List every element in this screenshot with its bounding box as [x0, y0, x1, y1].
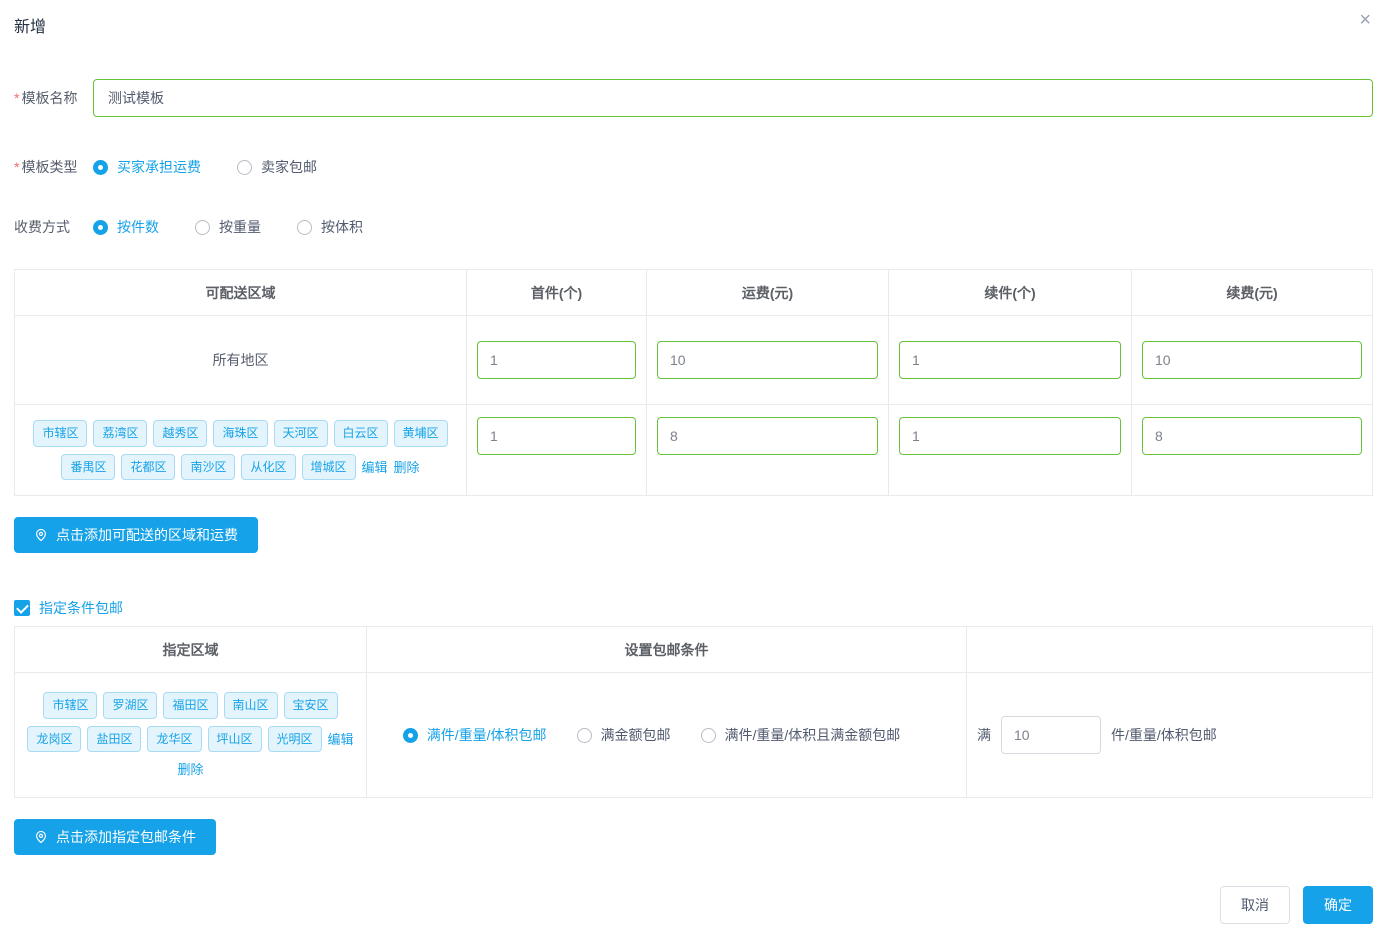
required-asterisk: *	[14, 90, 19, 106]
column-header: 设置包邮条件	[366, 627, 966, 672]
region-tag: 龙岗区	[27, 726, 81, 752]
condition-table-header: 指定区域 设置包邮条件	[15, 627, 1372, 672]
add-template-modal: 新增 × *模板名称 *模板类型 买家承担运费 卖家包邮 收费方式 按件数	[0, 0, 1387, 931]
region-tag: 宝安区	[284, 692, 338, 718]
freight-fee-input[interactable]	[657, 417, 878, 455]
template-name-row: *模板名称	[14, 79, 1373, 117]
radio-amount[interactable]: 满金额包邮	[577, 725, 671, 745]
column-header: 指定区域	[15, 627, 366, 672]
region-tag: 白云区	[334, 420, 388, 446]
region-tag: 荔湾区	[93, 420, 147, 446]
free-shipping-condition-table: 指定区域 设置包邮条件 市辖区罗湖区福田区南山区宝安区龙岗区盐田区龙华区坪山区光…	[14, 626, 1373, 798]
radio-unselected-icon	[701, 728, 716, 743]
modal-footer: 取消 确定	[1220, 886, 1373, 924]
column-header	[966, 627, 1372, 672]
column-header: 首件(个)	[466, 270, 646, 315]
district-tags: 市辖区荔湾区越秀区海珠区天河区白云区黄埔区番禺区花都区南沙区从化区增城区编辑 删…	[15, 420, 466, 480]
template-type-row: *模板类型 买家承担运费 卖家包邮	[14, 157, 1373, 177]
conditional-free-shipping-row: 指定条件包邮	[14, 598, 1373, 618]
next-piece-input[interactable]	[899, 341, 1121, 379]
region-tag: 从化区	[241, 454, 295, 480]
next-fee-input[interactable]	[1142, 341, 1362, 379]
column-header: 续费(元)	[1131, 270, 1372, 315]
region-tag: 南山区	[224, 692, 278, 718]
template-type-label: *模板类型	[14, 157, 93, 177]
radio-unselected-icon	[297, 220, 312, 235]
region-tag: 盐田区	[87, 726, 141, 752]
delete-link[interactable]: 删除	[394, 457, 420, 476]
region-tag: 番禺区	[61, 454, 115, 480]
cancel-button[interactable]: 取消	[1220, 886, 1290, 924]
region-tag: 龙华区	[147, 726, 201, 752]
region-tag: 增城区	[302, 454, 356, 480]
radio-by-volume[interactable]: 按体积	[297, 217, 363, 237]
freight-table-header: 可配送区域 首件(个) 运费(元) 续件(个) 续费(元)	[15, 270, 1372, 315]
region-tag: 花都区	[121, 454, 175, 480]
freight-fee-input[interactable]	[657, 341, 878, 379]
column-header: 续件(个)	[888, 270, 1131, 315]
checkbox-checked-icon[interactable]	[14, 600, 30, 616]
region-tag: 南沙区	[181, 454, 235, 480]
radio-by-piece[interactable]: 按件数	[93, 217, 159, 237]
confirm-button[interactable]: 确定	[1303, 886, 1373, 924]
region-tag: 光明区	[268, 726, 322, 752]
page-title: 新增	[14, 13, 1373, 37]
region-tag: 市辖区	[43, 692, 97, 718]
close-icon[interactable]: ×	[1359, 10, 1371, 30]
add-condition-button[interactable]: 点击添加指定包邮条件	[14, 819, 216, 855]
edit-link[interactable]: 编辑	[362, 457, 388, 476]
radio-unselected-icon	[195, 220, 210, 235]
template-name-input[interactable]	[93, 79, 1373, 117]
table-row-all-regions: 所有地区	[15, 315, 1372, 404]
threshold-suffix: 件/重量/体积包邮	[1111, 725, 1217, 745]
first-piece-input[interactable]	[477, 417, 636, 455]
column-header: 运费(元)	[646, 270, 888, 315]
table-row-guangzhou-districts: 市辖区荔湾区越秀区海珠区天河区白云区黄埔区番禺区花都区南沙区从化区增城区编辑 删…	[15, 404, 1372, 495]
threshold-input[interactable]	[1001, 716, 1101, 754]
region-tag: 越秀区	[153, 420, 207, 446]
region-tag: 罗湖区	[103, 692, 157, 718]
region-tag: 市辖区	[33, 420, 87, 446]
region-tag: 福田区	[163, 692, 217, 718]
radio-seller-free-shipping[interactable]: 卖家包邮	[237, 157, 317, 177]
radio-by-weight[interactable]: 按重量	[195, 217, 261, 237]
condition-type-radios: 满件/重量/体积包邮 满金额包邮 满件/重量/体积且满金额包邮	[403, 725, 931, 745]
radio-selected-icon	[403, 728, 418, 743]
threshold-prefix: 满	[977, 725, 991, 745]
freight-table: 可配送区域 首件(个) 运费(元) 续件(个) 续费(元) 所有地区 市辖区荔湾…	[14, 269, 1373, 496]
region-tag: 黄埔区	[394, 420, 448, 446]
radio-unselected-icon	[577, 728, 592, 743]
region-tag: 海珠区	[213, 420, 267, 446]
charge-method-label: 收费方式	[14, 217, 93, 237]
region-tag: 坪山区	[208, 726, 262, 752]
table-row-shenzhen-districts: 市辖区罗湖区福田区南山区宝安区龙岗区盐田区龙华区坪山区光明区编辑 删除 满件/重…	[15, 672, 1372, 797]
edit-link[interactable]: 编辑	[328, 729, 354, 748]
radio-selected-icon	[93, 220, 108, 235]
radio-piece-and-amount[interactable]: 满件/重量/体积且满金额包邮	[701, 725, 901, 745]
charge-method-row: 收费方式 按件数 按重量 按体积	[14, 217, 1373, 237]
radio-buyer-pays[interactable]: 买家承担运费	[93, 157, 201, 177]
next-fee-input[interactable]	[1142, 417, 1362, 455]
radio-unselected-icon	[237, 160, 252, 175]
district-tags: 市辖区罗湖区福田区南山区宝安区龙岗区盐田区龙华区坪山区光明区编辑 删除	[15, 692, 366, 778]
conditional-free-shipping-label: 指定条件包邮	[39, 598, 123, 618]
region-tag: 天河区	[274, 420, 328, 446]
location-pin-icon	[34, 528, 48, 542]
add-area-button[interactable]: 点击添加可配送的区域和运费	[14, 517, 258, 553]
location-pin-icon	[34, 830, 48, 844]
first-piece-input[interactable]	[477, 341, 636, 379]
next-piece-input[interactable]	[899, 417, 1121, 455]
column-header: 可配送区域	[15, 270, 466, 315]
radio-piece-weight-volume[interactable]: 满件/重量/体积包邮	[403, 725, 547, 745]
template-name-label: *模板名称	[14, 88, 93, 108]
radio-selected-icon	[93, 160, 108, 175]
delete-link[interactable]: 删除	[177, 759, 203, 778]
area-name: 所有地区	[213, 350, 269, 370]
required-asterisk: *	[14, 159, 19, 175]
